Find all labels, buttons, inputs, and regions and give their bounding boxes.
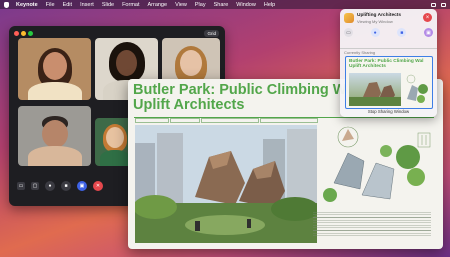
grid-view-button[interactable]: Grid bbox=[204, 30, 219, 37]
screen-share-button[interactable]: ▣ bbox=[77, 181, 87, 191]
diagram-illustration bbox=[323, 126, 431, 202]
apple-icon[interactable] bbox=[4, 1, 9, 8]
microphone-icon[interactable]: ● bbox=[370, 28, 380, 37]
menu-view[interactable]: View bbox=[175, 2, 187, 8]
minimize-window-button[interactable] bbox=[21, 31, 26, 36]
currently-sharing-label: Currently Sharing bbox=[344, 50, 376, 55]
group-subtitle: Viewing My Window bbox=[357, 19, 393, 24]
meta-cell bbox=[201, 118, 259, 123]
meta-cell bbox=[170, 118, 200, 123]
menu-play[interactable]: Play bbox=[195, 2, 206, 8]
call-controls: ▭ ▢ ● ■ ▣ ✕ bbox=[17, 181, 103, 191]
menu-bar: Keynote File Edit Insert Slide Format Ar… bbox=[0, 0, 450, 9]
meta-cell bbox=[135, 118, 169, 123]
participant-body bbox=[100, 150, 130, 166]
shared-window-thumbnail[interactable]: Butler Park: Public Climbing Wal Uplift … bbox=[345, 56, 433, 109]
stop-sharing-button[interactable]: Stop Sharing Window bbox=[340, 109, 437, 114]
thumb-rendering-illustration bbox=[349, 82, 401, 106]
menu-extras bbox=[431, 2, 446, 7]
group-icon bbox=[344, 13, 354, 23]
slide-body-text bbox=[313, 212, 431, 236]
menu-edit[interactable]: Edit bbox=[63, 2, 72, 8]
sidebar-toggle-button[interactable]: ▭ bbox=[17, 182, 25, 190]
video-icon[interactable]: ■ bbox=[397, 28, 407, 37]
control-center-icon[interactable] bbox=[441, 2, 446, 7]
participant-face bbox=[106, 127, 124, 148]
menu-arrange[interactable]: Arrange bbox=[147, 2, 167, 8]
end-call-popover-button[interactable]: × bbox=[423, 13, 432, 22]
rendering-illustration bbox=[135, 125, 317, 243]
zoom-window-button[interactable] bbox=[28, 31, 33, 36]
participant-face bbox=[42, 120, 68, 148]
meta-cell bbox=[260, 118, 318, 123]
participant-face bbox=[180, 50, 202, 76]
message-icon[interactable]: ▭ bbox=[344, 28, 353, 37]
popover-divider bbox=[340, 48, 437, 49]
participant-tile[interactable] bbox=[18, 38, 91, 100]
participant-tile[interactable] bbox=[18, 106, 91, 166]
thumb-subtitle: Uplift Architects bbox=[349, 64, 386, 69]
menu-format[interactable]: Format bbox=[122, 2, 139, 8]
microphone-button[interactable]: ● bbox=[45, 181, 55, 191]
menu-window[interactable]: Window bbox=[236, 2, 256, 8]
menu-insert[interactable]: Insert bbox=[80, 2, 94, 8]
camera-button[interactable]: ■ bbox=[61, 181, 71, 191]
participant-face bbox=[43, 52, 67, 80]
close-window-button[interactable] bbox=[14, 31, 19, 36]
screen-share-icon[interactable]: ▣ bbox=[423, 28, 433, 37]
end-call-button[interactable]: ✕ bbox=[93, 181, 103, 191]
slide-title-line1: Butler Park: Public Climbing Wal bbox=[133, 82, 359, 98]
architectural-rendering bbox=[135, 125, 317, 243]
menu-slide[interactable]: Slide bbox=[102, 2, 114, 8]
thumb-rendering bbox=[349, 73, 401, 106]
shareplay-button[interactable]: ▢ bbox=[31, 182, 39, 190]
thumb-diagram-illustration bbox=[406, 74, 428, 103]
menu-help[interactable]: Help bbox=[264, 2, 275, 8]
group-title: Uplifting Architects bbox=[357, 13, 402, 18]
menu-app-name[interactable]: Keynote bbox=[16, 2, 38, 8]
thumb-diagram bbox=[403, 73, 429, 106]
shareplay-status-icon[interactable] bbox=[431, 2, 436, 7]
menu-share[interactable]: Share bbox=[214, 2, 229, 8]
menu-file[interactable]: File bbox=[46, 2, 55, 8]
sharing-popover: Uplifting Architects Viewing My Window ×… bbox=[340, 9, 437, 117]
participant-body bbox=[28, 82, 82, 100]
participant-face bbox=[116, 50, 137, 76]
participant-body bbox=[28, 146, 82, 166]
popover-actions: ▭ ● ■ ▣ bbox=[344, 28, 433, 37]
